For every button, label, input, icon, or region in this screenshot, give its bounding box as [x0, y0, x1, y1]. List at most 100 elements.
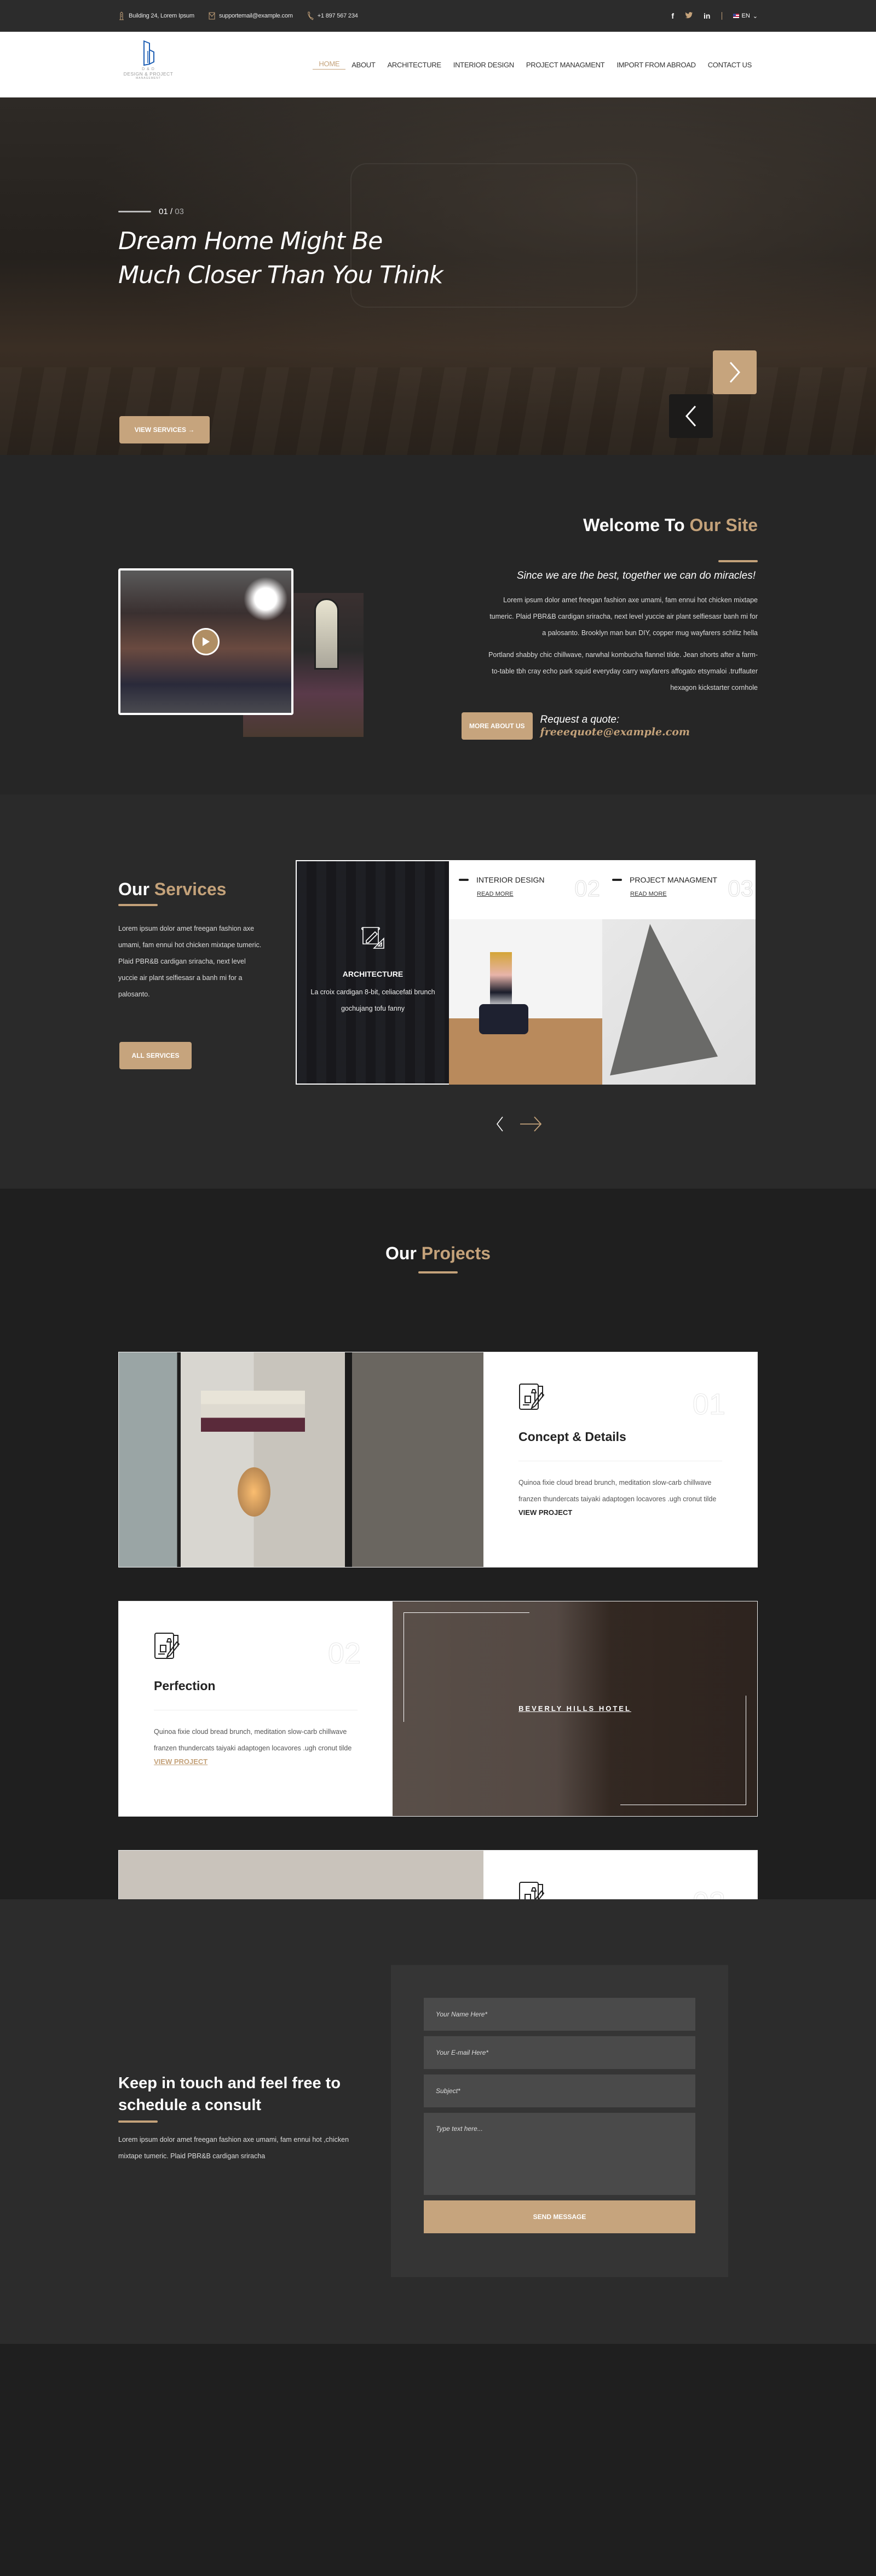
current-slide: 01 [159, 207, 168, 216]
play-icon [203, 637, 210, 646]
title-underline [118, 904, 158, 906]
welcome-title-b: Our Site [689, 515, 758, 535]
carousel-next-button[interactable] [520, 1116, 542, 1134]
prev-slide-button[interactable] [669, 394, 713, 438]
contact-section: Keep in touch and feel free to schedule … [0, 1899, 876, 2344]
linkedin-icon[interactable]: in [704, 11, 710, 20]
send-message-button[interactable]: SEND MESSAGE [424, 2200, 695, 2233]
main-header: D & D DESIGN & PROJECT MANAGEMENT HOME A… [0, 32, 876, 97]
carousel-prev-button[interactable] [496, 1116, 504, 1134]
nav-project-managment[interactable]: PROJECT MANAGMENT [520, 61, 610, 69]
project-title: Concept & Details [518, 1430, 626, 1444]
subject-field[interactable] [424, 2074, 695, 2107]
project-item-2: 02 Perfection Quinoa fixie cloud bread b… [118, 1601, 758, 1817]
service-number: 03 [728, 875, 754, 902]
next-slide-button[interactable] [713, 350, 757, 394]
us-flag-icon [733, 14, 739, 18]
services-carousel-arrows [496, 1116, 542, 1134]
nav-home[interactable]: HOME [313, 60, 346, 70]
contact-title: Keep in touch and feel free to schedule … [118, 2074, 341, 2114]
projects-title-a: Our [385, 1243, 422, 1263]
email-text[interactable]: supportemail@example.com [219, 13, 293, 19]
phone-icon [308, 11, 314, 20]
welcome-paragraph-2: Portland shabby chic chillwave, narwhal … [488, 651, 758, 691]
project-number: 02 [327, 1637, 361, 1670]
projects-title: Our Projects [0, 1243, 876, 1264]
chevron-left-icon [685, 406, 696, 427]
email-item[interactable]: supportemail@example.com [209, 11, 293, 20]
project-photo-label[interactable]: BEVERLY HILLS HOTEL [393, 1704, 757, 1713]
welcome-cta: MORE ABOUT US Request a quote: freeequot… [462, 712, 758, 740]
message-field[interactable] [424, 2113, 695, 2195]
nav-contact-us[interactable]: CONTACT US [702, 61, 758, 69]
envelope-icon [209, 12, 215, 20]
request-quote: Request a quote: freeequote@example.com [540, 714, 758, 739]
language-label: EN [741, 13, 750, 19]
interior-plan-icon [519, 1384, 545, 1410]
view-project-link[interactable]: VIEW PROJECT [154, 1757, 208, 1766]
welcome-title-a: Welcome To [583, 515, 690, 535]
project-item-1: 01 Concept & Details Quinoa fixie cloud … [118, 1352, 758, 1568]
service-number: 02 [574, 875, 601, 902]
project-card: 02 Perfection Quinoa fixie cloud bread b… [119, 1601, 393, 1816]
language-selector[interactable]: EN ⌄ [733, 13, 758, 20]
title-underline [718, 560, 758, 562]
welcome-section: Welcome To Our Site Since we are the bes… [0, 455, 876, 794]
slide-progress-bar [118, 211, 151, 212]
hero-title: Dream Home Might Be Much Closer Than You… [118, 224, 443, 292]
service-title: ARCHITECTURE [342, 970, 404, 978]
arrow-right-icon: → [188, 426, 195, 434]
hero-slider: 01 / 03 Dream Home Might Be Much Closer … [0, 97, 876, 455]
all-services-button[interactable]: ALL SERVICES [119, 1042, 192, 1069]
project-managment-image [602, 919, 756, 1085]
services-title: Our Services [118, 879, 226, 900]
service-card-architecture[interactable]: ARCHITECTURE La croix cardigan 8-bit, ce… [296, 860, 449, 1085]
top-bar: Building 24, Lorem Ipsum supportemail@ex… [0, 0, 876, 32]
contact-body: Lorem ipsum dolor amet freegan fashion a… [118, 2136, 349, 2160]
more-about-us-button[interactable]: MORE ABOUT US [462, 712, 533, 740]
view-services-label: VIEW SERVICES [134, 426, 187, 434]
project-text: Quinoa fixie cloud bread brunch, meditat… [518, 1479, 717, 1503]
team-video-thumbnail[interactable] [118, 568, 293, 715]
interior-plan-icon [154, 1633, 180, 1659]
projects-section: Our Projects 01 Concept & Details Quinoa… [0, 1189, 876, 2066]
nav-interior-design[interactable]: INTERIOR DESIGN [447, 61, 520, 69]
nav-about[interactable]: ABOUT [345, 61, 381, 69]
address-item: Building 24, Lorem Ipsum [118, 11, 194, 20]
nav-architecture[interactable]: ARCHITECTURE [382, 61, 447, 69]
nav-import-from-abroad[interactable]: IMPORT FROM ABROAD [610, 61, 701, 69]
logo-mark-icon [143, 40, 154, 66]
logo[interactable]: D & D DESIGN & PROJECT MANAGEMENT [118, 40, 178, 89]
blueprint-icon [361, 927, 384, 949]
twitter-icon[interactable] [685, 11, 693, 20]
view-project-link[interactable]: VIEW PROJECT [518, 1508, 572, 1517]
main-nav: HOME ABOUT ARCHITECTURE INTERIOR DESIGN … [313, 60, 758, 70]
quote-email-link[interactable]: freeequote@example.com [540, 726, 690, 738]
welcome-body: Lorem ipsum dolor amet freegan fashion a… [484, 592, 758, 696]
title-underline [418, 1271, 458, 1273]
phone-item[interactable]: +1 897 567 234 [307, 11, 358, 20]
services-section: Our Services Lorem ipsum dolor amet free… [0, 794, 876, 1189]
service-card-project-managment[interactable]: PROJECT MANAGMENT READ MORE 03 [602, 860, 756, 1085]
projects-title-b: Projects [421, 1243, 491, 1263]
service-text: La croix cardigan 8-bit, celiacefati bru… [310, 988, 435, 1012]
services-title-a: Our [118, 879, 154, 899]
facebook-icon[interactable]: f [671, 11, 674, 20]
service-card-interior-design[interactable]: INTERIOR DESIGN READ MORE 02 [449, 860, 602, 1085]
project-photo-lamp[interactable] [119, 1352, 483, 1567]
address-text: Building 24, Lorem Ipsum [129, 13, 194, 19]
phone-text[interactable]: +1 897 567 234 [318, 13, 358, 19]
play-button[interactable] [192, 628, 220, 655]
chevron-left-icon [496, 1116, 503, 1132]
title-underline [118, 2120, 158, 2123]
view-services-button[interactable]: VIEW SERVICES → [119, 416, 210, 443]
total-slides: 03 [175, 207, 184, 216]
welcome-title: Welcome To Our Site [583, 515, 758, 535]
chevron-down-icon: ⌄ [752, 13, 758, 20]
name-field[interactable] [424, 1998, 695, 2031]
email-field[interactable] [424, 2036, 695, 2069]
hero-title-line2: Much Closer Than You Think [118, 261, 443, 289]
welcome-subtitle: Since we are the best, together we can d… [516, 570, 756, 581]
building-icon [119, 11, 124, 20]
project-photo-bedroom[interactable]: BEVERLY HILLS HOTEL [393, 1601, 757, 1816]
